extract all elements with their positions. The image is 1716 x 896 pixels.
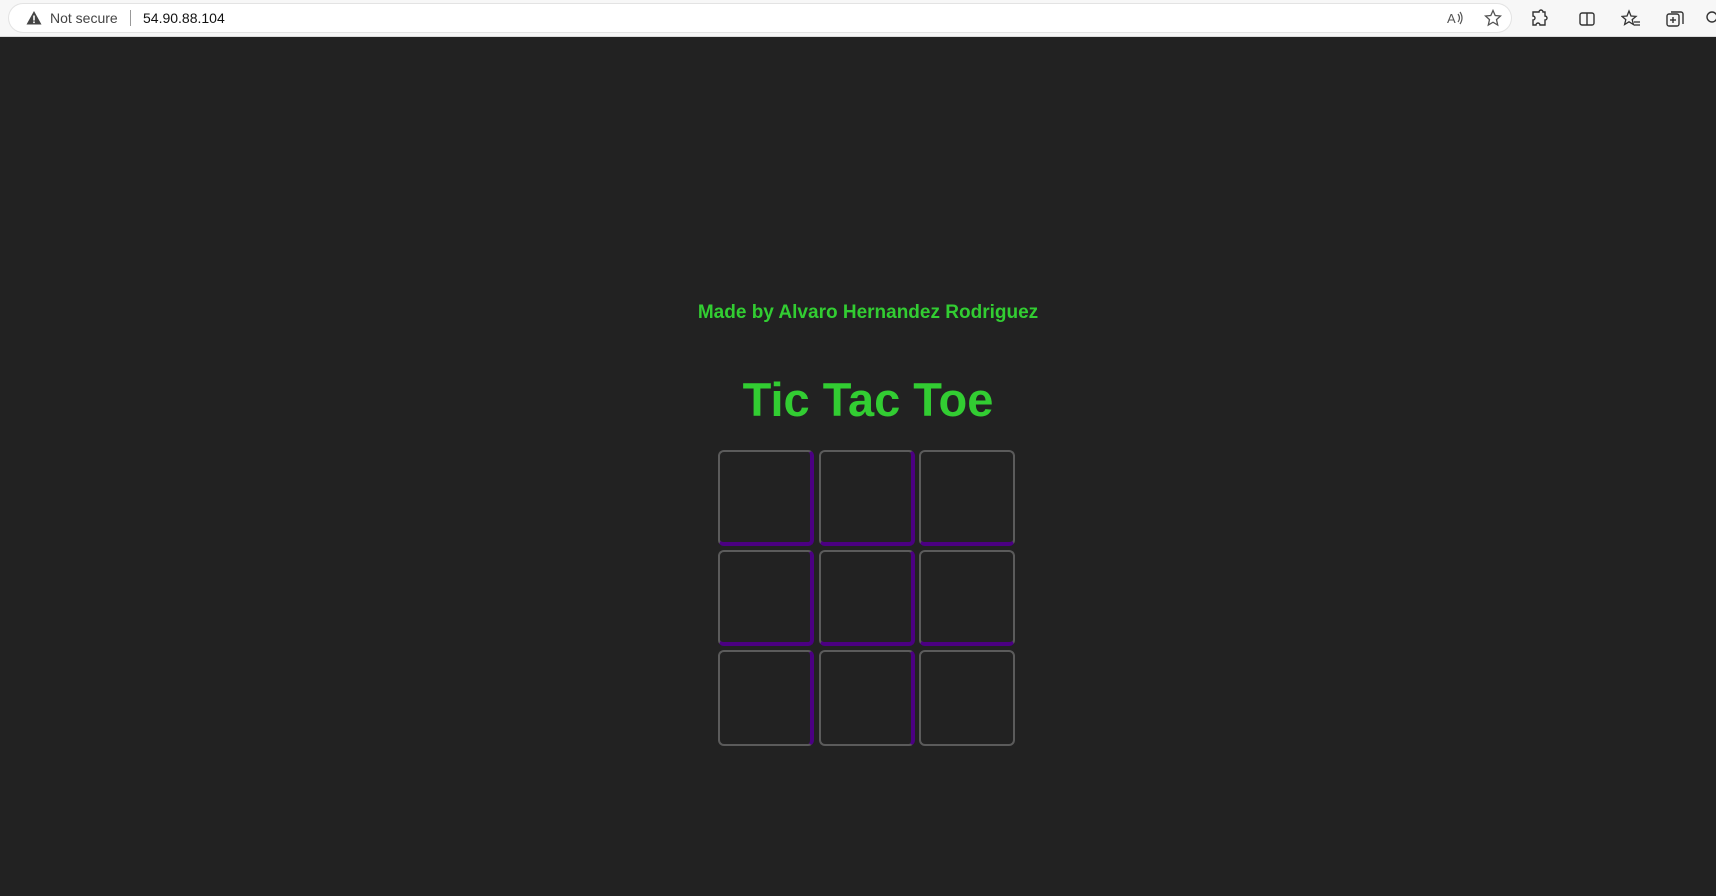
page-content: Made by Alvaro Hernandez Rodriguez Tic T… — [0, 37, 1716, 896]
security-label[interactable]: Not secure — [50, 10, 118, 26]
board-cell-2[interactable] — [819, 450, 915, 546]
board-cell-6[interactable] — [919, 550, 1015, 646]
board-cell-7[interactable] — [718, 650, 814, 746]
board-cell-3[interactable] — [919, 450, 1015, 546]
board-cell-4[interactable] — [718, 550, 814, 646]
board-cell-9[interactable] — [919, 650, 1015, 746]
favorite-star-icon[interactable] — [1484, 9, 1502, 27]
author-credit: Made by Alvaro Hernandez Rodriguez — [697, 302, 1039, 323]
board-cell-1[interactable] — [718, 450, 814, 546]
page-title: Tic Tac Toe — [742, 373, 994, 426]
address-divider — [130, 10, 131, 26]
collections-icon[interactable] — [1665, 9, 1685, 29]
board-cell-8[interactable] — [819, 650, 915, 746]
address-bar[interactable]: Not secure 54.90.88.104 A — [9, 4, 1511, 32]
svg-text:A: A — [1447, 11, 1456, 26]
url-text[interactable]: 54.90.88.104 — [143, 10, 225, 26]
warning-icon[interactable] — [26, 10, 42, 26]
profile-icon[interactable] — [1704, 9, 1716, 29]
board-cell-5[interactable] — [819, 550, 915, 646]
browser-toolbar: Not secure 54.90.88.104 A — [0, 0, 1716, 37]
read-aloud-icon[interactable]: A — [1446, 9, 1464, 27]
favorites-icon[interactable] — [1621, 9, 1641, 29]
game-board — [718, 450, 1018, 750]
extensions-icon[interactable] — [1529, 9, 1549, 29]
split-screen-icon[interactable] — [1577, 9, 1597, 29]
